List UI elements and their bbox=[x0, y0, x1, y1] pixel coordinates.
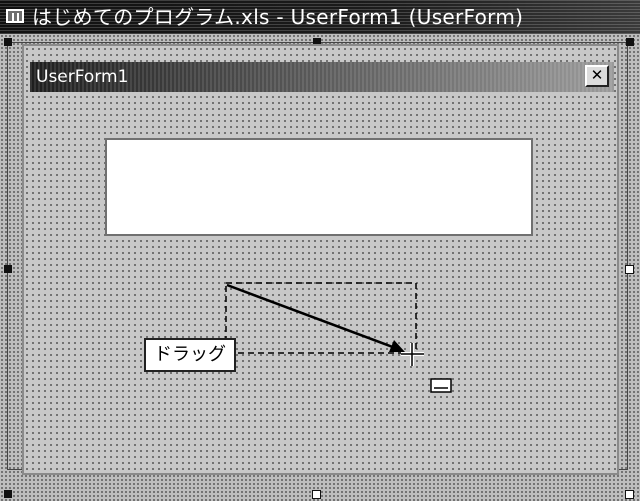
drag-arrow-line bbox=[226, 283, 399, 351]
drag-annotation-overlay bbox=[225, 282, 452, 393]
drag-callout-label: ドラッグ bbox=[144, 338, 236, 372]
control-tool-icon bbox=[430, 378, 452, 393]
crosshair-cursor-icon bbox=[401, 343, 424, 366]
drag-rectangle-outline bbox=[226, 282, 417, 353]
